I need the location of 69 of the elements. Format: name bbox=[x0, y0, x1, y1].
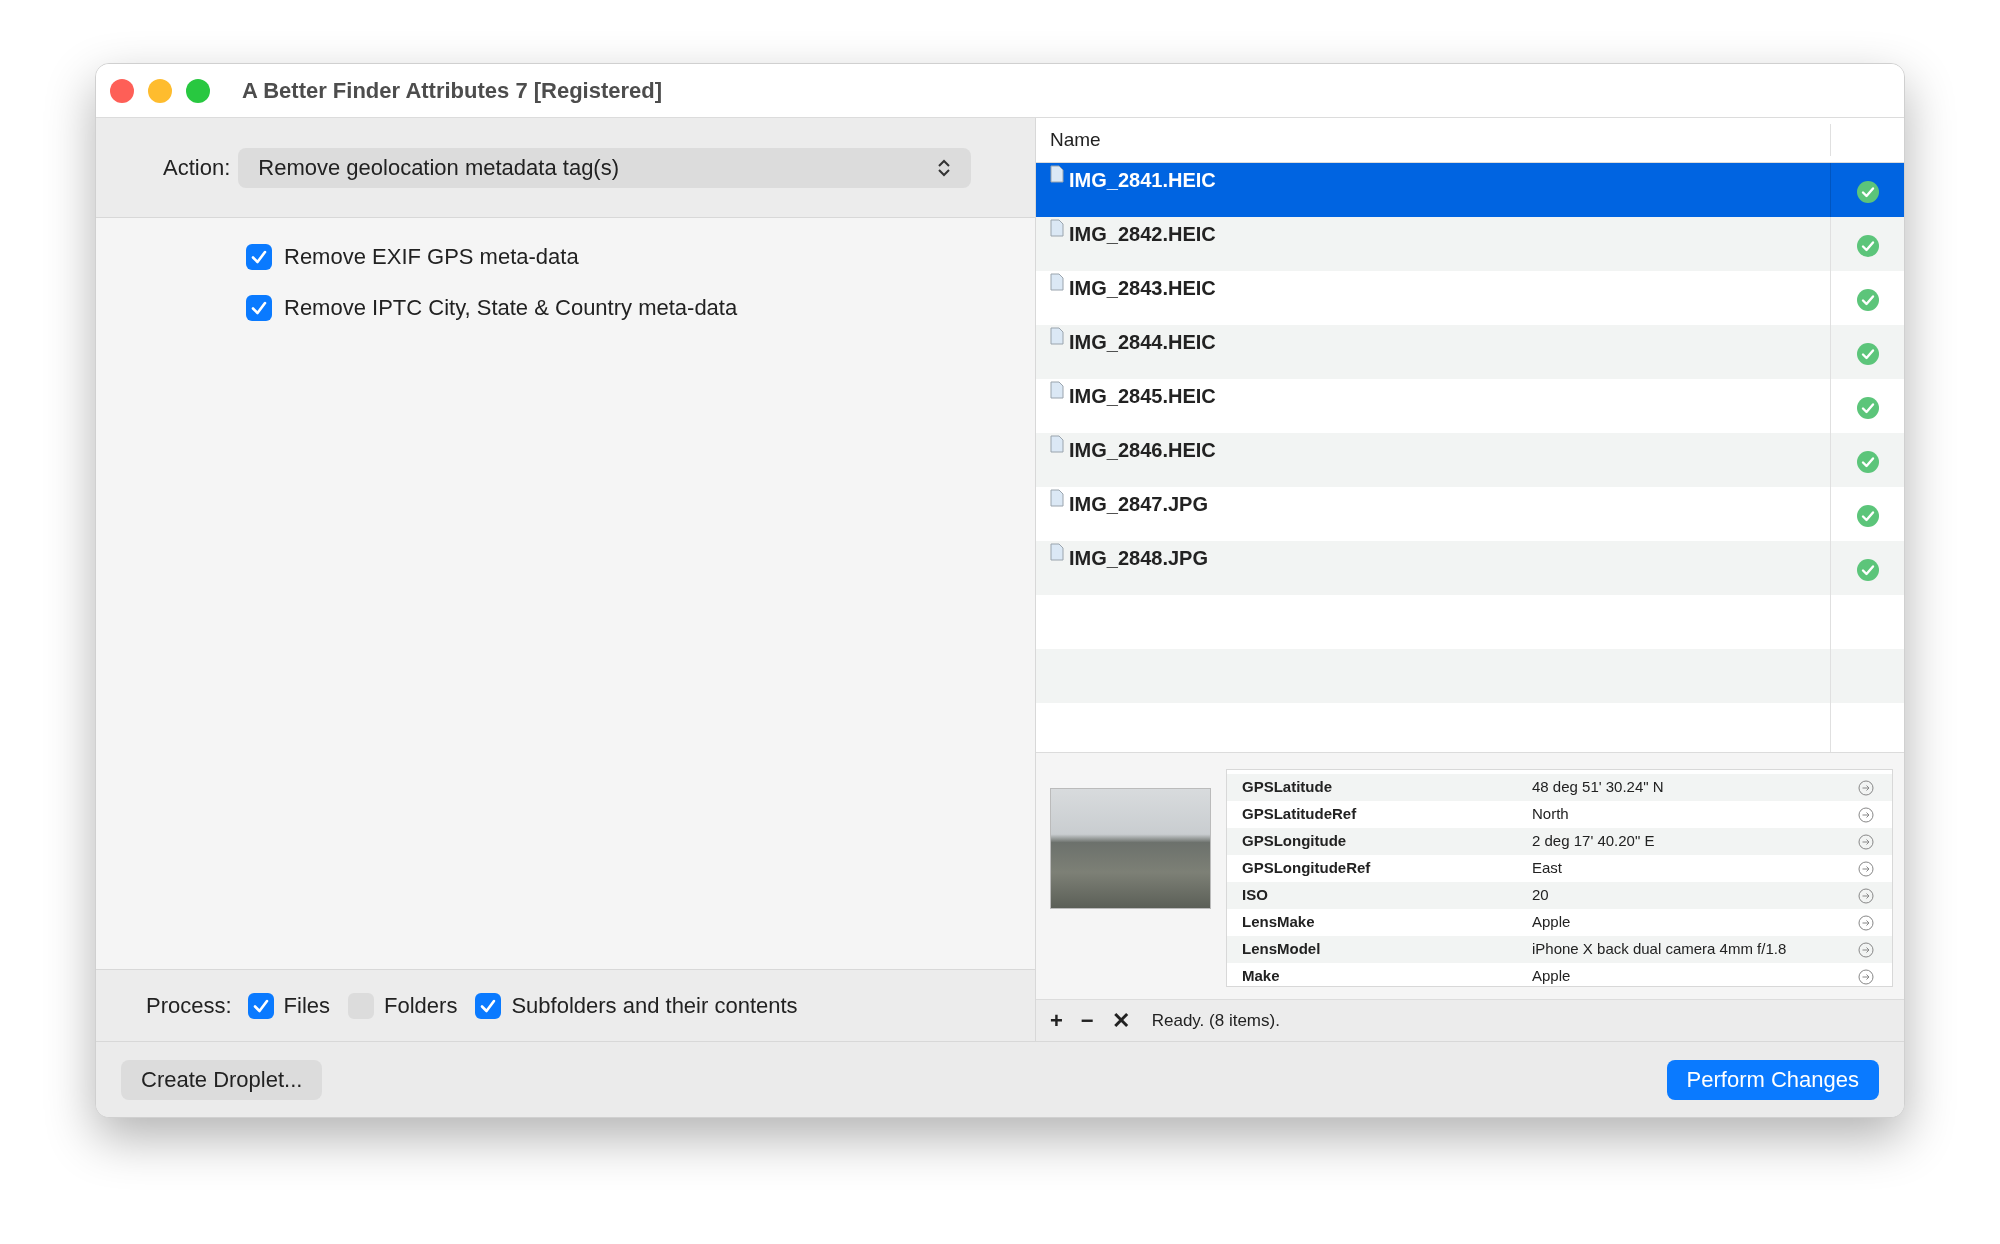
metadata-value: iPhone X back dual camera 4mm f/1.8 bbox=[1532, 939, 1788, 960]
file-name: IMG_2844.HEIC bbox=[1069, 330, 1216, 355]
create-droplet-button[interactable]: Create Droplet... bbox=[121, 1059, 323, 1100]
close-button[interactable] bbox=[110, 78, 134, 103]
file-icon bbox=[1050, 165, 1064, 183]
chevron-updown-icon bbox=[937, 157, 952, 178]
file-name: IMG_2848.JPG bbox=[1069, 546, 1208, 571]
metadata-value: 2 deg 17' 40.20" E bbox=[1532, 831, 1656, 852]
file-name: IMG_2843.HEIC bbox=[1069, 276, 1216, 301]
file-row[interactable]: IMG_2841.HEIC bbox=[1036, 163, 1904, 217]
metadata-tag: LensModel bbox=[1242, 938, 1532, 961]
minimize-button[interactable] bbox=[148, 78, 172, 103]
arrow-circle-icon[interactable] bbox=[1858, 860, 1874, 877]
checkbox[interactable] bbox=[246, 243, 272, 270]
status-text: Ready. (8 items). bbox=[1151, 1009, 1280, 1032]
checkbox[interactable] bbox=[247, 992, 274, 1019]
metadata-tag: ISO bbox=[1242, 884, 1532, 907]
file-icon bbox=[1050, 219, 1064, 237]
perform-changes-button[interactable]: Perform Changes bbox=[1666, 1059, 1879, 1100]
column-header[interactable]: Name bbox=[1036, 124, 1831, 156]
window-title: A Better Finder Attributes 7 [Registered] bbox=[242, 77, 663, 105]
option-label: Remove IPTC City, State & Country meta-data bbox=[284, 294, 738, 322]
file-name: IMG_2846.HEIC bbox=[1069, 438, 1216, 463]
file-icon bbox=[1050, 489, 1064, 507]
metadata-tag: GPSLongitudeRef bbox=[1242, 857, 1532, 880]
metadata-tag: LensMake bbox=[1242, 911, 1532, 934]
arrow-circle-icon[interactable] bbox=[1858, 779, 1874, 796]
metadata-tag: GPSLatitude bbox=[1242, 776, 1532, 799]
arrow-circle-icon[interactable] bbox=[1858, 914, 1874, 931]
file-name: IMG_2845.HEIC bbox=[1069, 384, 1216, 409]
metadata-tag: Make bbox=[1242, 965, 1532, 987]
arrow-circle-icon[interactable] bbox=[1858, 968, 1874, 985]
process-option-label: Files bbox=[283, 992, 331, 1020]
process-label: Process: bbox=[146, 992, 232, 1020]
file-row[interactable]: IMG_2844.HEIC bbox=[1036, 325, 1904, 379]
clear-button[interactable]: ✕ bbox=[1111, 1009, 1130, 1032]
metadata-value: Apple bbox=[1532, 966, 1572, 987]
file-name: IMG_2847.JPG bbox=[1069, 492, 1208, 517]
metadata-value: 20 bbox=[1532, 885, 1550, 906]
checkbox[interactable] bbox=[246, 294, 272, 321]
file-icon bbox=[1050, 327, 1064, 345]
metadata-value: Apple bbox=[1532, 912, 1572, 933]
file-row[interactable]: IMG_2846.HEIC bbox=[1036, 433, 1904, 487]
file-name: IMG_2841.HEIC bbox=[1069, 168, 1216, 193]
file-icon bbox=[1050, 435, 1064, 453]
action-dropdown[interactable]: Remove geolocation metadata tag(s) bbox=[238, 147, 972, 188]
action-label: Action: bbox=[163, 154, 231, 182]
metadata-value: 48 deg 51' 30.24" N bbox=[1532, 777, 1665, 798]
option-label: Remove EXIF GPS meta-data bbox=[284, 243, 579, 271]
file-name: IMG_2842.HEIC bbox=[1069, 222, 1216, 247]
file-icon bbox=[1050, 543, 1064, 561]
file-row[interactable]: IMG_2842.HEIC bbox=[1036, 217, 1904, 271]
file-row[interactable]: IMG_2848.JPG bbox=[1036, 541, 1904, 595]
checkbox[interactable] bbox=[475, 992, 502, 1019]
process-option-label: Folders bbox=[384, 992, 458, 1020]
metadata-value: North bbox=[1532, 804, 1570, 825]
process-option-label: Subfolders and their contents bbox=[511, 992, 798, 1020]
arrow-circle-icon[interactable] bbox=[1858, 941, 1874, 958]
file-icon bbox=[1050, 273, 1064, 291]
add-button[interactable]: + bbox=[1050, 1009, 1063, 1032]
arrow-circle-icon[interactable] bbox=[1858, 833, 1874, 850]
zoom-button[interactable] bbox=[186, 78, 210, 103]
metadata-tag: GPSLongitude bbox=[1242, 830, 1532, 853]
remove-button[interactable]: − bbox=[1080, 1009, 1094, 1032]
file-icon bbox=[1050, 381, 1064, 399]
metadata-value: East bbox=[1532, 858, 1563, 879]
metadata-tag: GPSLatitudeRef bbox=[1242, 803, 1532, 826]
arrow-circle-icon[interactable] bbox=[1858, 887, 1874, 904]
arrow-circle-icon[interactable] bbox=[1858, 806, 1874, 823]
